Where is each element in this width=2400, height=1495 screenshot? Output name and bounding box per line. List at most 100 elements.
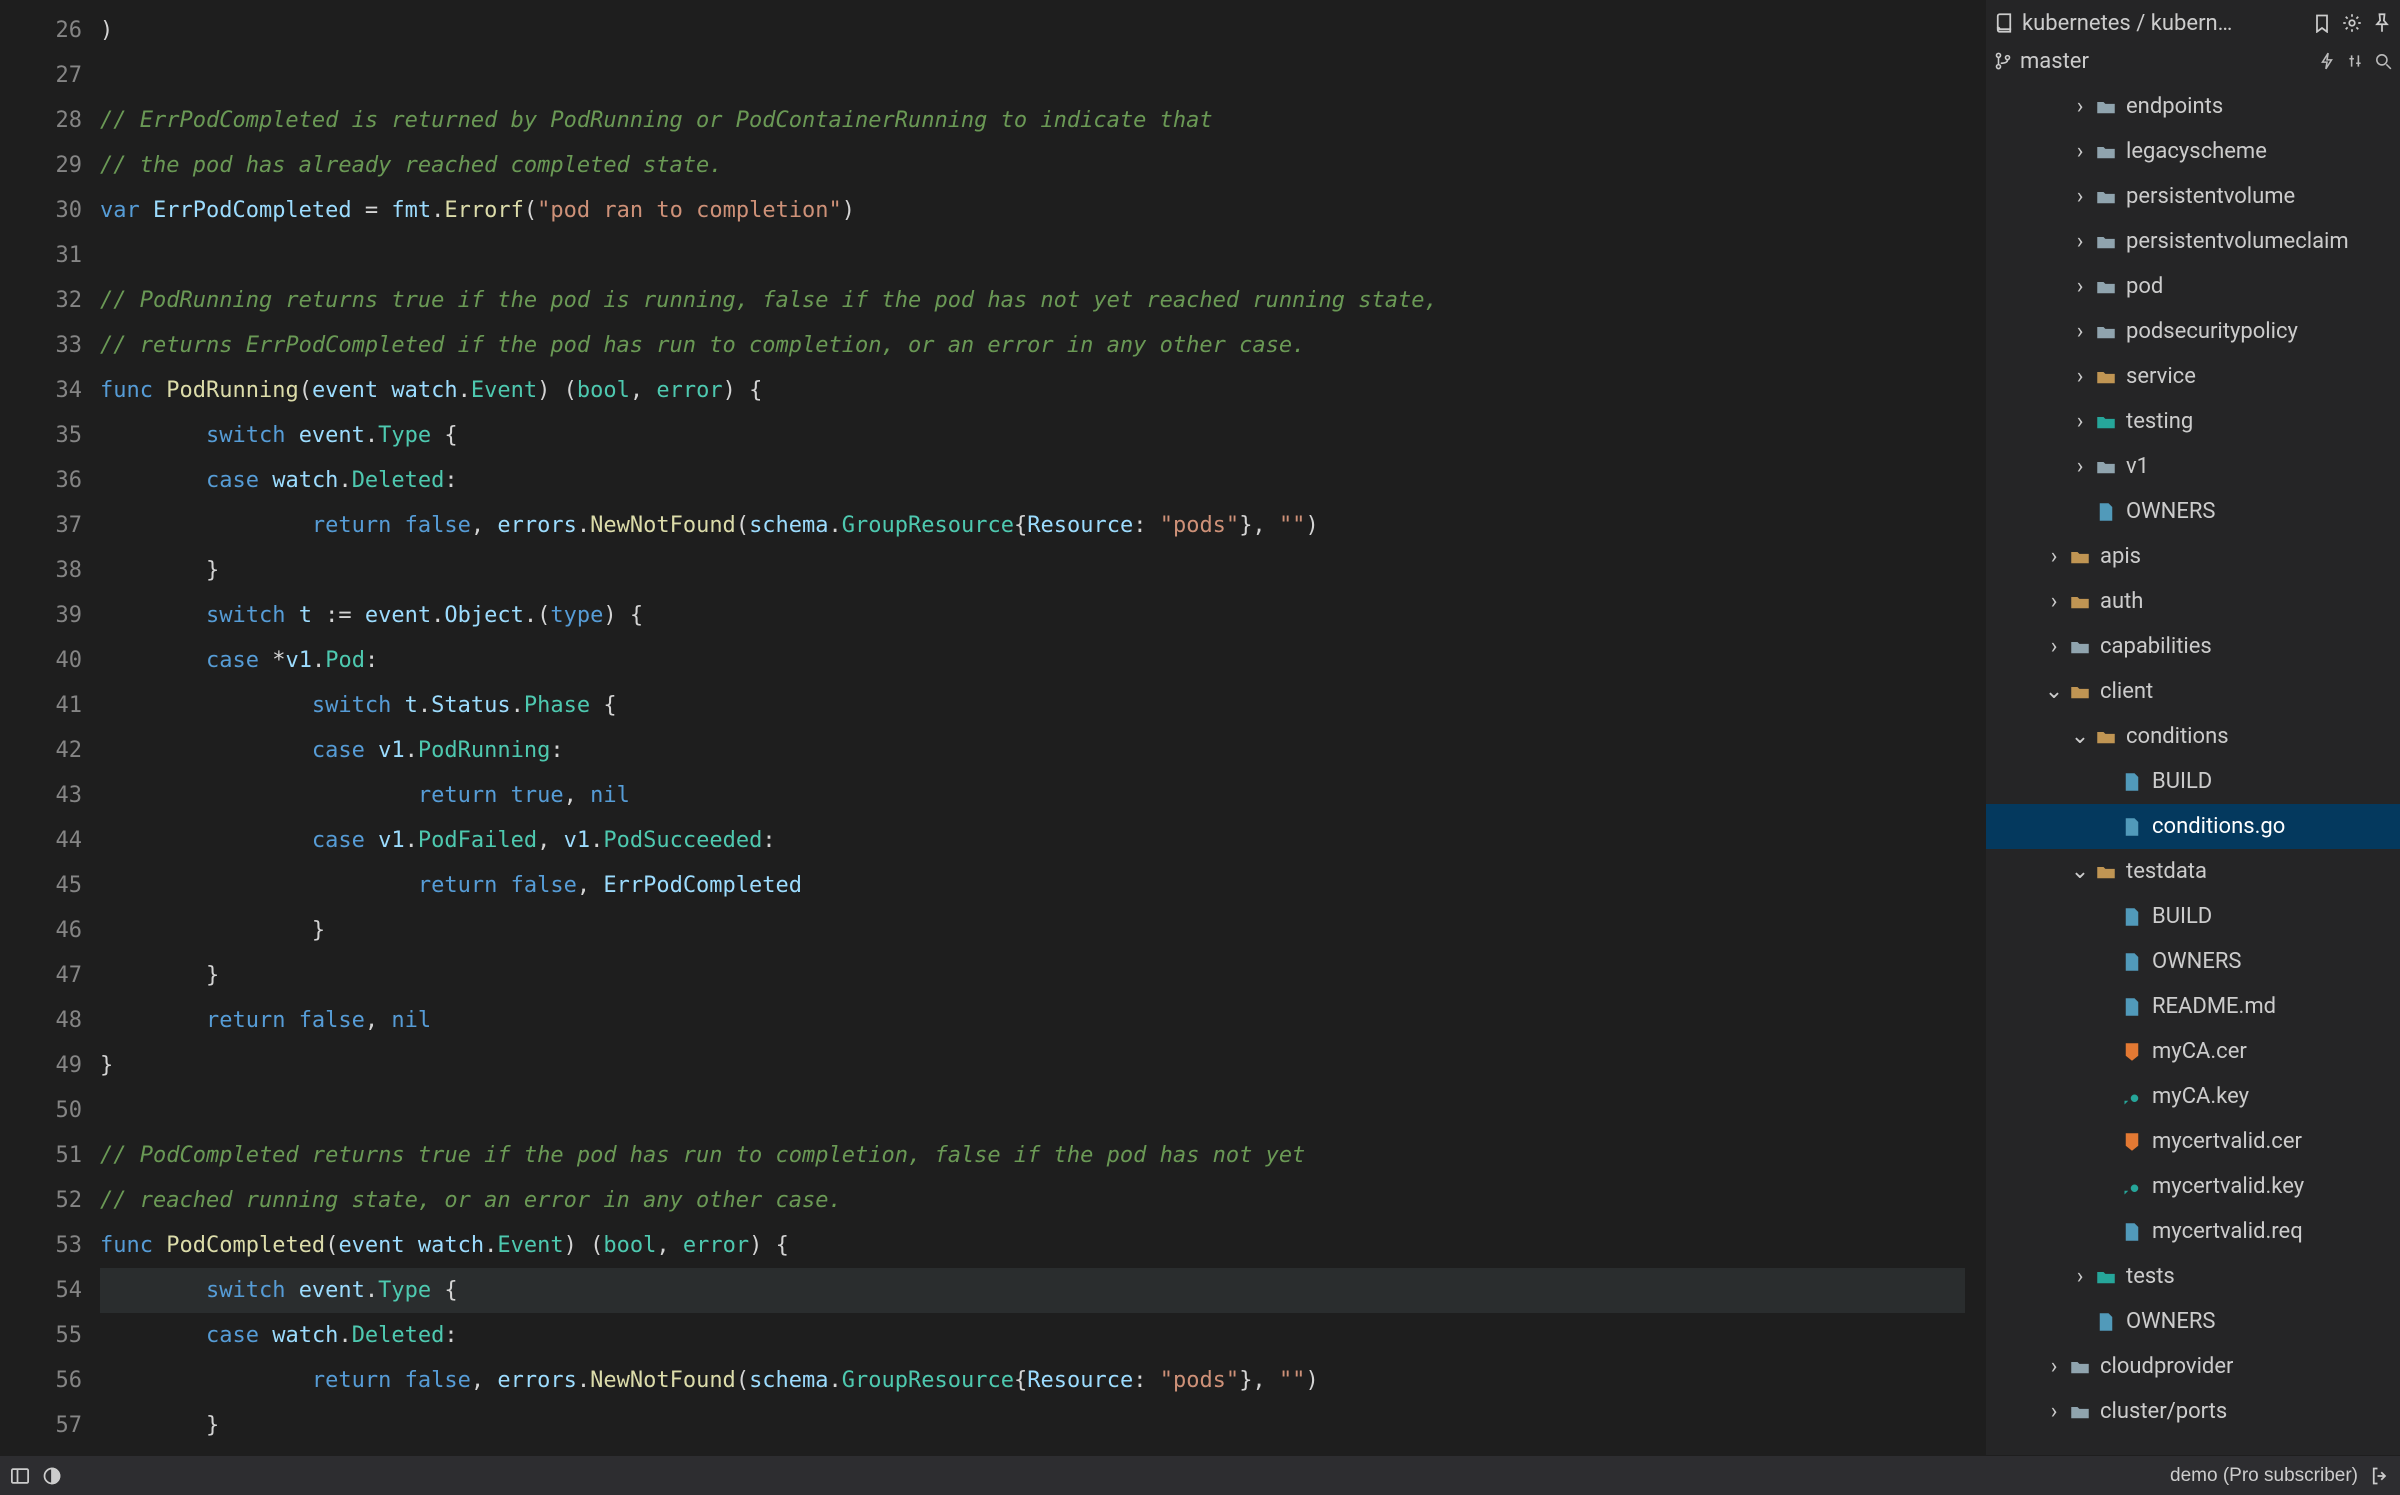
code-line[interactable]: var ErrPodCompleted = fmt.Errorf("pod ra…	[100, 188, 1965, 233]
code-line[interactable]: )	[100, 8, 1965, 53]
tree-file[interactable]: mycertvalid.req	[1986, 1209, 2400, 1254]
lightning-icon[interactable]	[2318, 52, 2336, 70]
code-line[interactable]: // ErrPodCompleted is returned by PodRun…	[100, 98, 1965, 143]
code-line[interactable]: switch event.Type {	[100, 413, 1965, 458]
chevron-right-icon[interactable]: ›	[2070, 139, 2090, 164]
tree-file[interactable]: OWNERS	[1986, 939, 2400, 984]
gear-icon[interactable]	[2342, 13, 2362, 33]
code-line[interactable]: // reached running state, or an error in…	[100, 1178, 1965, 1223]
chevron-right-icon[interactable]: ›	[2070, 319, 2090, 344]
chevron-right-icon[interactable]: ›	[2070, 409, 2090, 434]
tree-folder[interactable]: ›cloudprovider	[1986, 1344, 2400, 1389]
panel-toggle-left-icon[interactable]	[10, 1466, 30, 1486]
search-icon[interactable]	[2374, 52, 2392, 70]
tree-folder[interactable]: ⌄conditions	[1986, 714, 2400, 759]
tree-file[interactable]: myCA.key	[1986, 1074, 2400, 1119]
code-line[interactable]: }	[100, 1043, 1965, 1088]
code-line[interactable]: return false, ErrPodCompleted	[100, 863, 1965, 908]
tree-file[interactable]: conditions.go	[1986, 804, 2400, 849]
tree-file[interactable]: OWNERS	[1986, 1299, 2400, 1344]
chevron-right-icon[interactable]: ›	[2044, 544, 2064, 569]
chevron-down-icon[interactable]: ⌄	[2070, 724, 2090, 749]
tree-file[interactable]: mycertvalid.key	[1986, 1164, 2400, 1209]
user-label[interactable]: demo (Pro subscriber)	[2170, 1465, 2358, 1487]
code-line[interactable]: return false, errors.NewNotFound(schema.…	[100, 503, 1965, 548]
chevron-right-icon[interactable]: ›	[2070, 274, 2090, 299]
code-line[interactable]: }	[100, 548, 1965, 593]
logout-icon[interactable]	[2370, 1466, 2390, 1486]
tree-file[interactable]: OWNERS	[1986, 489, 2400, 534]
tree-folder[interactable]: ›legacyscheme	[1986, 129, 2400, 174]
pin-icon[interactable]	[2372, 13, 2392, 33]
tree-file[interactable]: BUILD	[1986, 759, 2400, 804]
tree-file[interactable]: mycertvalid.cer	[1986, 1119, 2400, 1164]
tree-folder[interactable]: ›service	[1986, 354, 2400, 399]
tree-folder[interactable]: ›pod	[1986, 264, 2400, 309]
chevron-right-icon[interactable]: ›	[2070, 454, 2090, 479]
contrast-toggle-icon[interactable]	[42, 1466, 62, 1486]
tree-folder[interactable]: ›auth	[1986, 579, 2400, 624]
code-line[interactable]: switch event.Type {	[100, 1268, 1965, 1313]
tree-folder[interactable]: ›testing	[1986, 399, 2400, 444]
tree-folder[interactable]: ›tests	[1986, 1254, 2400, 1299]
line-number: 42	[0, 728, 82, 773]
tree-folder[interactable]: ›podsecuritypolicy	[1986, 309, 2400, 354]
code-line[interactable]: // the pod has already reached completed…	[100, 143, 1965, 188]
tree-folder[interactable]: ›cluster/ports	[1986, 1389, 2400, 1434]
chevron-right-icon[interactable]: ›	[2070, 184, 2090, 209]
file-tree[interactable]: ›endpoints›legacyscheme›persistentvolume…	[1986, 82, 2400, 1495]
code-line[interactable]: func PodRunning(event watch.Event) (bool…	[100, 368, 1965, 413]
chevron-right-icon[interactable]: ›	[2070, 229, 2090, 254]
code-line[interactable]: func PodCompleted(event watch.Event) (bo…	[100, 1223, 1965, 1268]
branch-name[interactable]: master	[2020, 49, 2089, 74]
tree-folder[interactable]: ›persistentvolumeclaim	[1986, 219, 2400, 264]
chevron-right-icon[interactable]: ›	[2070, 364, 2090, 389]
code-line[interactable]: }	[100, 908, 1965, 953]
tree-item-label: mycertvalid.key	[2152, 1174, 2304, 1199]
code-line[interactable]: switch t.Status.Phase {	[100, 683, 1965, 728]
code-area[interactable]: ) // ErrPodCompleted is returned by PodRu…	[100, 0, 1965, 1495]
code-line[interactable]: case watch.Deleted:	[100, 458, 1965, 503]
tree-folder[interactable]: ›endpoints	[1986, 84, 2400, 129]
chevron-right-icon[interactable]: ›	[2044, 589, 2064, 614]
code-line[interactable]: // returns ErrPodCompleted if the pod ha…	[100, 323, 1965, 368]
chevron-right-icon[interactable]: ›	[2044, 1354, 2064, 1379]
code-line[interactable]	[100, 233, 1965, 278]
tree-folder[interactable]: ›apis	[1986, 534, 2400, 579]
tree-file[interactable]: README.md	[1986, 984, 2400, 1029]
chevron-down-icon[interactable]: ⌄	[2070, 859, 2090, 884]
repo-path[interactable]: kubernetes / kubern…	[2022, 11, 2304, 36]
tree-folder[interactable]: ›capabilities	[1986, 624, 2400, 669]
code-line[interactable]	[100, 53, 1965, 98]
code-line[interactable]: case v1.PodRunning:	[100, 728, 1965, 773]
code-line[interactable]: switch t := event.Object.(type) {	[100, 593, 1965, 638]
tree-file[interactable]: myCA.cer	[1986, 1029, 2400, 1074]
code-line[interactable]: // PodRunning returns true if the pod is…	[100, 278, 1965, 323]
diff-icon[interactable]	[2346, 52, 2364, 70]
code-line[interactable]	[100, 1088, 1965, 1133]
chevron-right-icon[interactable]: ›	[2070, 1264, 2090, 1289]
code-line[interactable]: case watch.Deleted:	[100, 1313, 1965, 1358]
code-line[interactable]: }	[100, 1403, 1965, 1448]
code-line[interactable]: return true, nil	[100, 773, 1965, 818]
chevron-right-icon[interactable]: ›	[2044, 1399, 2064, 1424]
tree-folder[interactable]: ›persistentvolume	[1986, 174, 2400, 219]
tree-folder[interactable]: ⌄client	[1986, 669, 2400, 714]
chevron-right-icon[interactable]: ›	[2044, 634, 2064, 659]
folder-g-icon	[2096, 97, 2120, 117]
bookmark-icon[interactable]	[2312, 13, 2332, 33]
chevron-down-icon[interactable]: ⌄	[2044, 679, 2064, 704]
vertical-scrollbar[interactable]	[1965, 0, 1985, 1495]
code-line[interactable]: }	[100, 953, 1965, 998]
code-line[interactable]: return false, nil	[100, 998, 1965, 1043]
code-line[interactable]: case v1.PodFailed, v1.PodSucceeded:	[100, 818, 1965, 863]
line-number: 37	[0, 503, 82, 548]
code-line[interactable]: case *v1.Pod:	[100, 638, 1965, 683]
code-line[interactable]: // PodCompleted returns true if the pod …	[100, 1133, 1965, 1178]
tree-folder[interactable]: ›v1	[1986, 444, 2400, 489]
tree-folder[interactable]: ⌄testdata	[1986, 849, 2400, 894]
chevron-right-icon[interactable]: ›	[2070, 94, 2090, 119]
code-line[interactable]: return false, errors.NewNotFound(schema.…	[100, 1358, 1965, 1403]
line-number: 29	[0, 143, 82, 188]
tree-file[interactable]: BUILD	[1986, 894, 2400, 939]
